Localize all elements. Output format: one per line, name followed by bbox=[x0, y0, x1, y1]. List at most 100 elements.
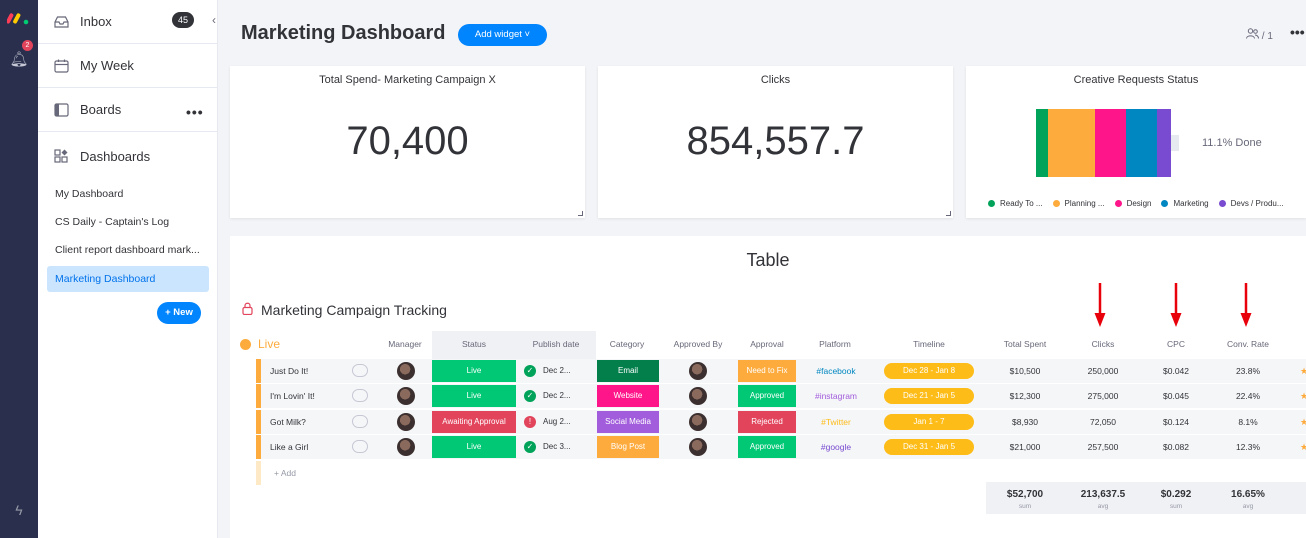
widget-title: Clicks bbox=[760, 74, 791, 86]
dashboard-link[interactable]: CS Daily - Captain's Log bbox=[47, 209, 209, 235]
legend-item[interactable]: Ready To ... bbox=[988, 199, 1043, 208]
publish-date[interactable]: Aug 2... bbox=[543, 410, 571, 434]
sidebar-item-dashboards[interactable]: Dashboards bbox=[38, 134, 218, 178]
monday-logo-icon[interactable] bbox=[7, 10, 31, 26]
publish-date[interactable]: Dec 3... bbox=[543, 435, 571, 459]
dashboard-link[interactable]: My Dashboard bbox=[47, 181, 209, 207]
approval-cell[interactable]: Rejected bbox=[738, 411, 796, 433]
item-name[interactable]: I'm Lovin' It! bbox=[270, 384, 315, 408]
platform-tag[interactable]: #facebook bbox=[805, 359, 867, 383]
add-item-row[interactable]: + Add bbox=[256, 461, 986, 485]
sidebar-item-label: Dashboards bbox=[80, 148, 151, 164]
approval-cell[interactable]: Approved bbox=[738, 436, 796, 458]
status-cell[interactable]: Live bbox=[432, 436, 516, 458]
status-segment bbox=[1157, 109, 1171, 177]
chat-bubble-icon[interactable] bbox=[352, 389, 368, 402]
dashboard-link[interactable]: Client report dashboard mark... bbox=[47, 237, 209, 263]
timeline-pill[interactable]: Dec 21 - Jan 5 bbox=[884, 388, 974, 404]
bell-icon[interactable]: 🔔︎ bbox=[9, 50, 29, 70]
legend-item[interactable]: Design bbox=[1114, 199, 1151, 208]
column-header[interactable]: Publish date bbox=[516, 339, 596, 349]
chat-bubble-icon[interactable] bbox=[352, 415, 368, 428]
approver-avatar[interactable] bbox=[689, 438, 707, 456]
category-cell[interactable]: Email bbox=[597, 360, 659, 382]
collapse-sidebar-icon[interactable]: ‹ bbox=[212, 13, 216, 27]
group-title[interactable]: Live bbox=[240, 337, 280, 351]
column-header[interactable]: Category bbox=[587, 339, 667, 349]
timeline-pill[interactable]: Dec 31 - Jan 5 bbox=[884, 439, 974, 455]
manager-avatar[interactable] bbox=[397, 413, 415, 431]
add-widget-button[interactable]: Add widget ˅ bbox=[458, 24, 547, 46]
chat-bubble-icon[interactable] bbox=[352, 364, 368, 377]
board-name[interactable]: Marketing Campaign Tracking bbox=[242, 302, 447, 318]
column-header[interactable]: CPC bbox=[1136, 339, 1216, 349]
platform-tag[interactable]: #Twitter bbox=[805, 410, 867, 434]
column-header[interactable]: Clicks bbox=[1063, 339, 1143, 349]
status-cell[interactable]: Live bbox=[432, 385, 516, 407]
status-segment bbox=[1126, 109, 1158, 177]
clicks-value: 250,000 bbox=[1087, 366, 1119, 376]
legend-label: Planning ... bbox=[1064, 199, 1105, 208]
column-header[interactable]: Total Spent bbox=[985, 339, 1065, 349]
table-row[interactable]: Got Milk? Awaiting Approval! Aug 2... Socia… bbox=[256, 410, 1306, 434]
chat-bubble-icon[interactable] bbox=[352, 440, 368, 453]
conv-rate-value: 8.1% bbox=[1238, 417, 1258, 427]
column-header[interactable]: Conv. Rate bbox=[1208, 339, 1288, 349]
publish-date[interactable]: Dec 2... bbox=[543, 359, 571, 383]
more-options-icon[interactable]: ••• bbox=[186, 104, 204, 120]
table-row[interactable]: Just Do It! Live ✓ Dec 2... Email Need to Fix… bbox=[256, 359, 1306, 383]
dashboard-link-active[interactable]: Marketing Dashboard bbox=[47, 266, 209, 292]
table-row[interactable]: I'm Lovin' It! Live ✓ Dec 2... Website Approv… bbox=[256, 384, 1306, 408]
resize-handle[interactable] bbox=[578, 211, 583, 216]
platform-tag[interactable]: #google bbox=[805, 435, 867, 459]
new-dashboard-button[interactable]: + New bbox=[157, 302, 201, 324]
sidebar-item-inbox[interactable]: Inbox 45 ‹ bbox=[38, 0, 218, 44]
manager-avatar[interactable] bbox=[397, 387, 415, 405]
manager-avatar[interactable] bbox=[397, 362, 415, 380]
category-cell[interactable]: Blog Post bbox=[597, 436, 659, 458]
item-name[interactable]: Got Milk? bbox=[270, 410, 306, 434]
column-header[interactable]: Platform bbox=[795, 339, 875, 349]
approval-cell[interactable]: Approved bbox=[738, 385, 796, 407]
group-collapse-icon[interactable] bbox=[240, 338, 251, 350]
item-name[interactable]: Just Do It! bbox=[270, 359, 308, 383]
approver-avatar[interactable] bbox=[689, 387, 707, 405]
status-segment bbox=[1048, 109, 1096, 177]
item-name[interactable]: Like a Girl bbox=[270, 435, 308, 459]
legend-item[interactable]: Marketing bbox=[1161, 199, 1209, 208]
column-header[interactable]: Manager bbox=[365, 339, 445, 349]
column-header[interactable]: Approved By bbox=[658, 339, 738, 349]
status-battery-bar[interactable] bbox=[1036, 109, 1171, 177]
sidebar-item-my-week[interactable]: My Week bbox=[38, 44, 218, 88]
status-cell[interactable]: Awaiting Approval bbox=[432, 411, 516, 433]
platform-tag[interactable]: #instagram bbox=[805, 384, 867, 408]
category-cell[interactable]: Social Media bbox=[597, 411, 659, 433]
approval-cell[interactable]: Need to Fix bbox=[738, 360, 796, 382]
table-row[interactable]: Like a Girl Live ✓ Dec 3... Blog Post Approve… bbox=[256, 435, 1306, 459]
resize-handle[interactable] bbox=[946, 211, 951, 216]
timeline-pill[interactable]: Jan 1 - 7 bbox=[884, 414, 974, 430]
manager-avatar[interactable] bbox=[397, 438, 415, 456]
approver-avatar[interactable] bbox=[689, 362, 707, 380]
timeline-pill[interactable]: Dec 28 - Jan 8 bbox=[884, 363, 974, 379]
legend-item[interactable]: Planning ... bbox=[1052, 199, 1105, 208]
viewers-indicator[interactable]: / 1 bbox=[1246, 28, 1273, 42]
more-options-icon[interactable]: ••• bbox=[1290, 24, 1305, 40]
page-title: Marketing Dashboard bbox=[241, 22, 446, 44]
summary-value: 16.65% bbox=[1231, 489, 1265, 500]
publish-date[interactable]: Dec 2... bbox=[543, 384, 571, 408]
approver-avatar[interactable] bbox=[689, 413, 707, 431]
column-header[interactable]: Timeline bbox=[889, 339, 969, 349]
star-icon[interactable]: ★ bbox=[1300, 435, 1306, 459]
add-item-label: + Add bbox=[274, 468, 296, 478]
star-icon[interactable]: ★ bbox=[1300, 384, 1306, 408]
star-icon[interactable]: ★ bbox=[1300, 410, 1306, 434]
status-cell[interactable]: Live bbox=[432, 360, 516, 382]
star-icon[interactable]: ★ bbox=[1300, 359, 1306, 383]
category-cell[interactable]: Website bbox=[597, 385, 659, 407]
column-header[interactable]: Status bbox=[434, 339, 514, 349]
summary-value: $52,700 bbox=[1006, 489, 1044, 500]
legend-item[interactable]: Devs / Produ... bbox=[1218, 199, 1284, 208]
red-arrow-annotation-icon bbox=[1094, 283, 1106, 327]
lightning-icon[interactable]: ϟ bbox=[9, 500, 29, 520]
